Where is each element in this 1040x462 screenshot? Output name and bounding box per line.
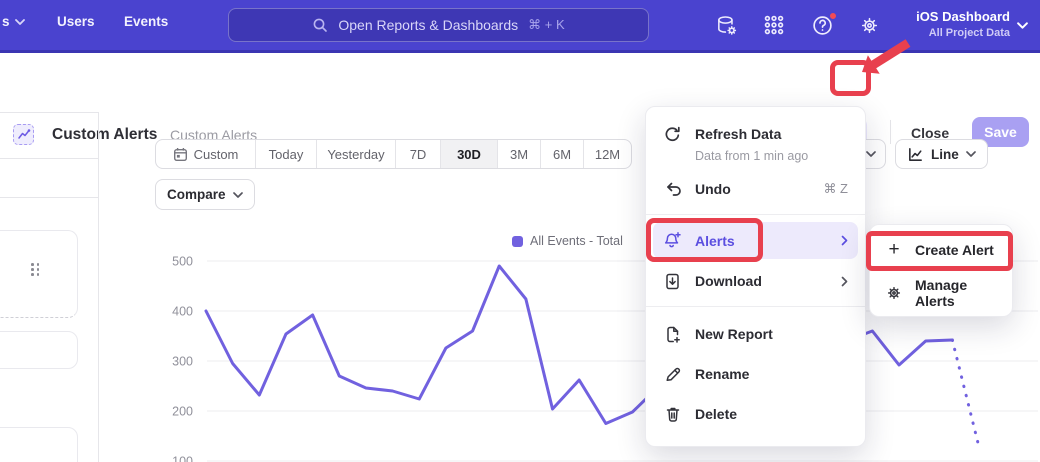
date-range-yesterday[interactable]: Yesterday: [317, 140, 396, 168]
chevron-right-icon: [841, 276, 848, 287]
chevron-right-icon: [841, 235, 848, 246]
search-shortcut: ⌘ + K: [528, 17, 565, 33]
date-range-today[interactable]: Today: [256, 140, 317, 168]
search-placeholder: Open Reports & Dashboards: [338, 17, 518, 33]
refresh-icon: [663, 125, 682, 144]
date-range-7d[interactable]: 7D: [396, 140, 441, 168]
legend-label: All Events - Total: [530, 234, 623, 248]
download-icon: [663, 272, 682, 291]
menu-item-undo[interactable]: Undo ⌘ Z: [646, 171, 865, 207]
menu-item-refresh-data[interactable]: Refresh Data: [646, 116, 865, 152]
apps-grid-icon[interactable]: [763, 14, 787, 38]
date-range-3m[interactable]: 3M: [498, 140, 541, 168]
new-report-icon: [663, 325, 682, 344]
menu-divider: [646, 306, 865, 307]
svg-text:300: 300: [172, 355, 193, 369]
undo-icon: [663, 180, 682, 199]
top-nav: s Users Events Open Reports & Dashboards…: [0, 0, 1040, 53]
legend-swatch: [512, 236, 523, 247]
trash-icon: [663, 405, 682, 424]
plus-icon: +: [885, 241, 903, 259]
project-selector[interactable]: iOS Dashboard All Project Data: [916, 7, 1010, 40]
chevron-down-icon: [233, 192, 243, 198]
more-options-menu: Refresh Data Data from 1 min ago Undo ⌘ …: [645, 106, 866, 447]
menu-item-download[interactable]: Download: [646, 263, 865, 299]
svg-text:100: 100: [172, 455, 193, 462]
chart-legend: All Events - Total: [512, 234, 623, 248]
date-range-6m[interactable]: 6M: [541, 140, 584, 168]
date-range-segmented-control: Custom Today Yesterday 7D 30D 3M 6M 12M: [155, 139, 632, 169]
global-search-input[interactable]: Open Reports & Dashboards ⌘ + K: [228, 8, 649, 42]
calendar-icon: [173, 147, 188, 162]
nav-item-boards-truncated[interactable]: s: [2, 14, 25, 29]
chevron-down-icon: [15, 19, 25, 25]
notification-dot: [828, 11, 838, 21]
settings-gear-icon[interactable]: [858, 14, 882, 38]
undo-shortcut: ⌘ Z: [823, 181, 848, 197]
chevron-down-icon: [866, 151, 876, 157]
refresh-data-age: Data from 1 min ago: [646, 149, 865, 171]
date-range-12m[interactable]: 12M: [584, 140, 631, 168]
data-management-icon[interactable]: [715, 14, 739, 38]
submenu-item-manage-alerts[interactable]: Manage Alerts: [870, 271, 1012, 314]
app-window: s Users Events Open Reports & Dashboards…: [0, 0, 1040, 462]
menu-item-new-report[interactable]: New Report: [646, 314, 865, 354]
nav-item-truncated-label: s: [2, 14, 10, 29]
line-chart-icon: [907, 146, 924, 163]
menu-item-rename[interactable]: Rename: [646, 354, 865, 394]
pencil-icon: [663, 365, 682, 384]
compare-button[interactable]: Compare: [155, 179, 255, 210]
chevron-down-icon: [1017, 22, 1028, 29]
menu-item-delete[interactable]: Delete: [646, 394, 865, 434]
svg-text:200: 200: [172, 405, 193, 419]
project-name: iOS Dashboard: [916, 7, 1010, 26]
alerts-submenu: + Create Alert Manage Alerts: [869, 224, 1013, 317]
date-range-custom[interactable]: Custom: [156, 140, 256, 168]
chart-type-dropdown[interactable]: Line: [895, 139, 988, 169]
nav-item-events[interactable]: Events: [124, 14, 168, 29]
alert-bell-icon: [663, 231, 682, 250]
project-scope: All Project Data: [916, 26, 1010, 40]
svg-text:400: 400: [172, 305, 193, 319]
help-icon[interactable]: [811, 14, 835, 38]
gear-icon: [885, 284, 903, 302]
search-icon: [312, 17, 328, 33]
submenu-item-create-alert[interactable]: + Create Alert: [870, 228, 1012, 271]
nav-item-users[interactable]: Users: [57, 14, 95, 29]
chevron-down-icon: [966, 151, 976, 157]
date-range-30d-selected[interactable]: 30D: [441, 140, 498, 168]
svg-text:500: 500: [172, 255, 193, 269]
menu-item-alerts[interactable]: Alerts: [653, 222, 858, 259]
menu-divider: [646, 214, 865, 215]
